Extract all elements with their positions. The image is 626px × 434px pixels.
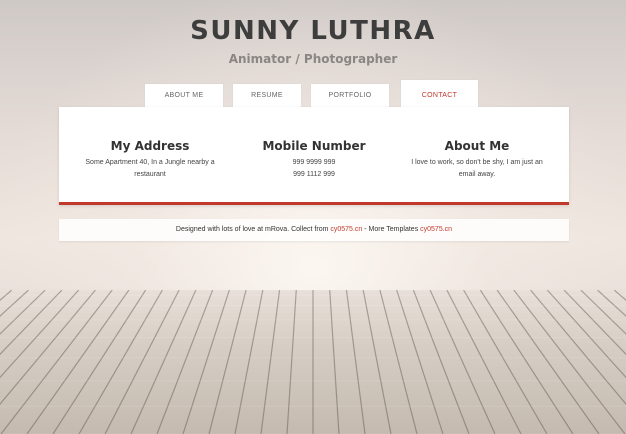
mobile-text: 999 9999 999 999 1112 999 <box>229 157 399 181</box>
plank-seam <box>0 290 63 356</box>
floor-planks <box>0 290 626 434</box>
plank-seam <box>0 290 113 434</box>
plank-seam <box>104 290 180 434</box>
tab-portfolio[interactable]: PORTFOLIO <box>311 84 389 108</box>
plank-seam <box>156 290 214 434</box>
footer-text: Designed with lots of love at mRova. Col… <box>175 226 331 233</box>
plank-seam <box>479 290 574 434</box>
about-line: email away. <box>458 171 496 178</box>
plank-seam <box>208 290 247 434</box>
site-header: SUNNY LUTHRA Animator / Photographer <box>0 14 626 66</box>
about-line: I love to work, so don't be shy, I am ju… <box>411 159 543 166</box>
plank-seam <box>580 290 626 335</box>
plank-seam <box>379 290 418 434</box>
tab-contact[interactable]: CONTACT <box>401 80 478 108</box>
about-heading: About Me <box>444 139 510 153</box>
address-line: Some Apartment 40, In a Jungle nearby a <box>85 159 215 166</box>
plank-seam <box>463 290 548 434</box>
plank-seam <box>396 290 444 434</box>
plank-seam <box>78 290 163 434</box>
phone-number: 999 9999 999 <box>292 159 336 166</box>
plank-seam <box>345 290 366 434</box>
footer-text-middle: - More Templates <box>362 226 421 233</box>
site-subtitle: Animator / Photographer <box>228 52 398 66</box>
site-footer: Designed with lots of love at mRova. Col… <box>59 219 569 241</box>
phone-number: 999 1112 999 <box>293 171 335 178</box>
plank-seam <box>260 290 281 434</box>
plank-seam <box>182 290 230 434</box>
plank-seam <box>329 290 340 434</box>
plank-seam <box>0 290 46 335</box>
plank-seam <box>446 290 522 434</box>
address-text: Some Apartment 40, In a Jungle nearby a … <box>65 157 235 181</box>
plank-seam <box>429 290 496 434</box>
plank-seam <box>513 290 626 434</box>
plank-seam <box>613 290 626 301</box>
about-text: I love to work, so don't be shy, I am ju… <box>392 157 562 181</box>
tab-resume[interactable]: RESUME <box>233 84 301 108</box>
address-heading: My Address <box>110 139 190 153</box>
contact-panel: My Address Some Apartment 40, In a Jungl… <box>59 107 569 205</box>
about-section: About Me I love to work, so don't be shy… <box>392 138 562 181</box>
site-title: SUNNY LUTHRA <box>190 16 436 46</box>
plank-seam <box>234 290 264 434</box>
plank-seam <box>0 290 13 301</box>
plank-seam <box>563 290 626 356</box>
footer-link-templates[interactable]: cy0575.cn <box>420 226 452 233</box>
plank-seam <box>286 290 297 434</box>
plank-seam <box>412 290 470 434</box>
plank-seam <box>362 290 392 434</box>
mobile-heading: Mobile Number <box>262 139 366 153</box>
mobile-section: Mobile Number 999 9999 999 999 1112 999 <box>229 138 399 181</box>
address-section: My Address Some Apartment 40, In a Jungl… <box>65 138 235 181</box>
plank-seam <box>52 290 147 434</box>
plank-seam <box>130 290 197 434</box>
footer-link-collect[interactable]: cy0575.cn <box>330 226 362 233</box>
tab-about-me[interactable]: ABOUT ME <box>145 84 223 108</box>
background-wooden-floor <box>0 290 626 434</box>
address-line: restaurant <box>134 171 166 178</box>
